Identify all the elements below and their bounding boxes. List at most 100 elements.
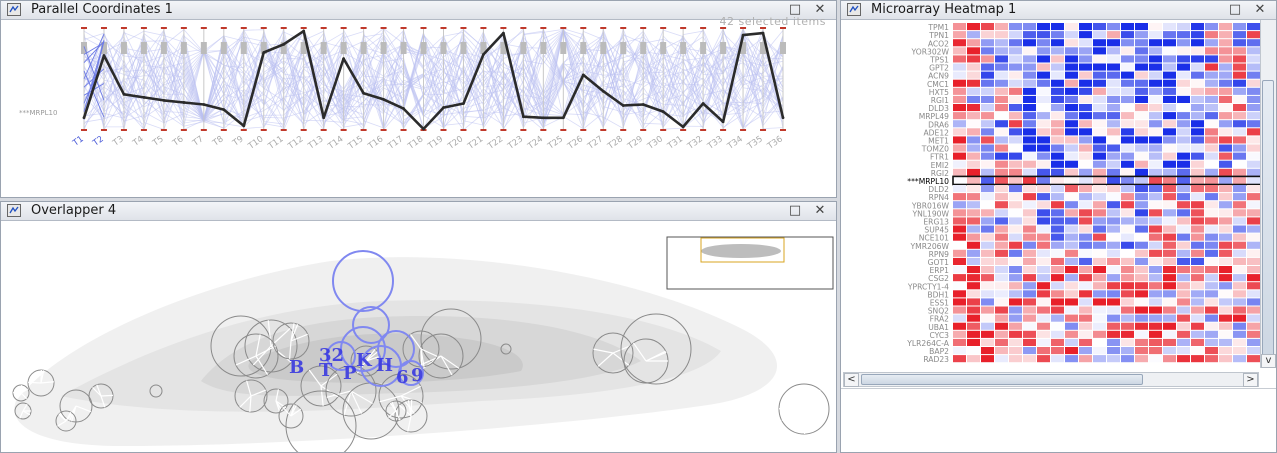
heatmap-cell [1079,330,1092,338]
heatmap-cell [1107,298,1120,306]
heatmap-cell [953,306,966,314]
heatmap-cell [967,322,980,330]
heatmap-cell [1093,39,1106,47]
axis-label-T36: T36 [765,134,785,152]
parallel-coordinates-window: Parallel Coordinates 1 □ ✕ 42 selected i… [0,0,837,198]
heatmap-cell [1163,168,1176,176]
heatmap-cell [1233,233,1246,241]
heatmap-cell [1205,63,1218,71]
scroll-left-button[interactable]: < [844,373,859,387]
heatmap-cell [1149,209,1162,217]
heatmap-cell [1177,314,1190,322]
parallel-coordinates-canvas[interactable]: 42 selected items ***MRPL10 T1 T2 T3 T4 T5 T6… [1,15,836,198]
heatmap-cell [1191,120,1204,128]
heatmap-cell [1009,314,1022,322]
minimize-button[interactable]: □ [787,202,803,220]
heatmap-cell [1079,104,1092,112]
heatmap-cell [995,249,1008,257]
heatmap-cell [1121,209,1134,217]
heatmap-cell [995,23,1008,31]
heatmap-cell [1219,201,1232,209]
heatmap-cell [1023,249,1036,257]
vertical-scrollbar[interactable]: v [1260,20,1276,368]
heatmap-cell [1247,314,1260,322]
overlapper-plot[interactable]: 32B T P H6 9K [1,221,836,453]
heatmap-cell [1051,160,1064,168]
heatmap-cell [1205,274,1218,282]
axis-range-handle [680,42,687,54]
heatmap-cell [1149,112,1162,120]
heatmap-cell [1205,225,1218,233]
heatmap-cell [1233,120,1246,128]
heatmap-cell [995,306,1008,314]
heatmap-cell [967,338,980,346]
heatmap-cell [953,104,966,112]
minimize-button[interactable]: □ [1227,1,1243,19]
heatmap-cell [1219,290,1232,298]
scroll-down-button[interactable]: v [1261,354,1276,368]
heatmap-cell [1177,112,1190,120]
series-point [202,103,206,106]
heatmap-cell [1135,209,1148,217]
close-button[interactable]: ✕ [812,202,828,220]
heatmap-cell [1191,282,1204,290]
heatmap-cell [967,298,980,306]
heatmap-cell [1009,104,1022,112]
heatmap-grid[interactable]: TPM1TPN1ACO2YOR302WTPS1GPT2ACN9CMC1HXT5R… [841,20,1261,370]
heatmap-cell [1163,55,1176,63]
heatmap-cell [1219,104,1232,112]
heatmap-cell [1107,314,1120,322]
heatmap-cell [1247,95,1260,103]
heatmap-canvas[interactable]: TPM1 TPN1 ACO2 YOR302W TPS1 GPT2 ACN9 CMC1 HXT5 R… [841,20,1261,370]
axis-range-handle [380,42,387,54]
heatmap-cell [1037,330,1050,338]
heatmap-cell [1051,193,1064,201]
heatmap-cell [1163,201,1176,209]
heatmap-cell [1107,120,1120,128]
heatmap-cell [1219,39,1232,47]
heatmap-cell [1149,355,1162,363]
heatmap-cell [1093,55,1106,63]
close-button[interactable]: ✕ [1252,1,1268,19]
heatmap-titlebar[interactable]: Microarray Heatmap 1 □ ✕ [841,1,1276,20]
heatmap-cell [1149,87,1162,95]
heatmap-cell [1219,217,1232,225]
heatmap-cell [1219,31,1232,39]
heatmap-cell [1205,95,1218,103]
heatmap-cell [1023,225,1036,233]
axis-label-T22: T22 [485,134,505,152]
heatmap-cell [1219,282,1232,290]
heatmap-cell [1051,290,1064,298]
heatmap-cell [1065,306,1078,314]
heatmap-cell [1009,79,1022,87]
heatmap-cell [981,257,994,265]
vertical-scroll-thumb[interactable] [1262,80,1274,358]
heatmap-cell [1135,322,1148,330]
overlapper-titlebar[interactable]: Overlapper 4 □ ✕ [1,202,836,221]
heatmap-cell [1023,152,1036,160]
series-point [142,95,146,99]
heatmap-cell [1191,55,1204,63]
heatmap-cell [1135,241,1148,249]
heatmap-cell [1149,266,1162,274]
heatmap-cell [1009,47,1022,55]
heatmap-cell [1219,257,1232,265]
heatmap-cell [1037,338,1050,346]
heatmap-cell [1163,95,1176,103]
overlapper-canvas[interactable]: 32 B T P H 6 9 K [1,221,836,452]
heatmap-cell [1023,47,1036,55]
parallel-coordinates-titlebar[interactable]: Parallel Coordinates 1 □ ✕ [1,1,836,20]
heatmap-cell [1163,338,1176,346]
horizontal-scrollbar[interactable]: < > [843,372,1259,387]
heatmap-cell [1051,144,1064,152]
heatmap-cell [1163,136,1176,144]
axis-label-T3: T3 [110,134,125,149]
heatmap-cell [1135,176,1148,184]
horizontal-scroll-thumb[interactable] [861,374,1143,385]
heatmap-cell [1205,338,1218,346]
heatmap-cell [1065,290,1078,298]
parallel-coordinates-plot[interactable]: T1 T2 T3 T4 T5 T6 T7 T8 T9 T10 T11 T12 T13 T14 T15 T16 T… [1,20,836,198]
heatmap-cell [1023,71,1036,79]
scroll-right-button[interactable]: > [1243,373,1258,387]
heatmap-cell [1079,160,1092,168]
